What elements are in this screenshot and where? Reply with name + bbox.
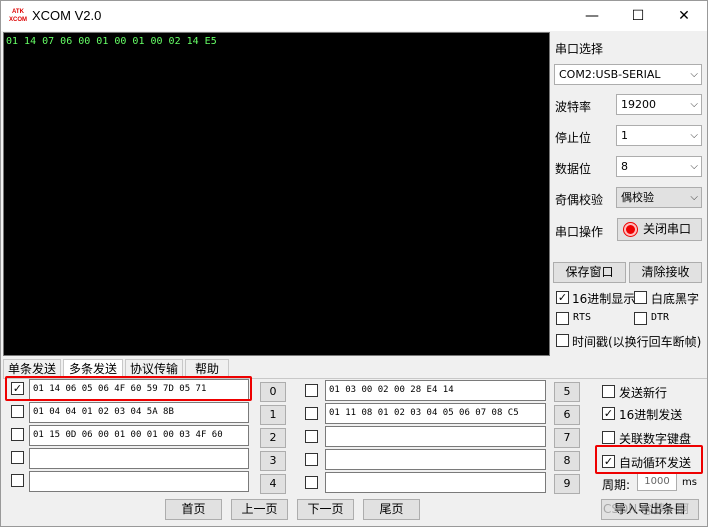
send-row-2-checkbox[interactable] [11, 428, 24, 441]
hex-display-label: 16进制显示 [572, 292, 636, 306]
send-row-3-input[interactable] [29, 448, 249, 469]
send-row-1-input[interactable]: 01 04 04 01 02 03 04 5A 8B [29, 402, 249, 423]
timestamp-checkbox[interactable] [556, 334, 569, 347]
send-row-8-input[interactable] [325, 449, 546, 470]
clear-receive-button[interactable]: 清除接收 [629, 262, 702, 283]
period-label: 周期: [602, 478, 631, 492]
send-row-7-checkbox[interactable] [305, 430, 318, 443]
last-page-button[interactable]: 尾页 [363, 499, 420, 520]
send-row-7-button[interactable]: 7 [554, 428, 580, 448]
port-select-value: COM2:USB-SERIAL [559, 68, 661, 81]
title-bar: ATK XCOM XCOM V2.0 — ☐ ✕ [1, 1, 707, 31]
xcom-window: ATK XCOM XCOM V2.0 — ☐ ✕ 01 14 07 06 00 … [0, 0, 708, 527]
chevron-down-icon: ⌵ [690, 130, 698, 141]
send-row-0-button[interactable]: 0 [260, 382, 286, 402]
maximize-button[interactable]: ☐ [615, 1, 661, 31]
send-row-6-input[interactable]: 01 11 08 01 02 03 04 05 06 07 08 C5 [325, 403, 546, 424]
save-window-button[interactable]: 保存窗口 [553, 262, 626, 283]
stopbit-select[interactable]: 1 ⌵ [616, 125, 702, 146]
chevron-down-icon: ⌵ [690, 161, 698, 172]
prev-page-button[interactable]: 上一页 [231, 499, 288, 520]
databit-label: 数据位 [555, 162, 592, 176]
send-row-5-button[interactable]: 5 [554, 382, 580, 402]
send-row-4-checkbox[interactable] [11, 474, 24, 487]
receive-text: 01 14 07 06 00 01 00 01 00 02 14 E5 [6, 36, 217, 47]
parity-select[interactable]: 偶校验 ⌵ [616, 187, 702, 208]
send-row-1-button[interactable]: 1 [260, 405, 286, 425]
parity-label: 奇偶校验 [555, 193, 604, 207]
period-unit: ms [682, 477, 697, 488]
maximize-icon: ☐ [631, 8, 645, 24]
white-bg-checkbox[interactable] [634, 291, 647, 304]
watermark: CSDN @萝卜啊 [602, 502, 689, 516]
dtr-label: DTR [651, 312, 670, 323]
highlight-auto-loop [595, 445, 703, 474]
baud-label: 波特率 [555, 100, 592, 114]
send-row-4-button[interactable]: 4 [260, 474, 286, 494]
white-bg-label: 白底黑字 [651, 292, 700, 306]
minimize-button[interactable]: — [569, 1, 615, 31]
send-newline-label: 发送新行 [619, 386, 668, 400]
close-port-label: 关闭串口 [643, 222, 692, 236]
send-row-2-button[interactable]: 2 [260, 428, 286, 448]
send-row-4-input[interactable] [29, 471, 249, 492]
baud-value: 19200 [621, 98, 656, 111]
minimize-icon: — [585, 8, 599, 24]
link-keypad-checkbox[interactable] [602, 431, 615, 444]
baud-select[interactable]: 19200 ⌵ [616, 94, 702, 115]
send-row-6-button[interactable]: 6 [554, 405, 580, 425]
first-page-button[interactable]: 首页 [165, 499, 222, 520]
logo-text-bottom: XCOM [9, 17, 27, 23]
hex-send-label: 16进制发送 [619, 408, 683, 422]
dtr-checkbox[interactable] [634, 312, 647, 325]
send-row-8-checkbox[interactable] [305, 453, 318, 466]
atk-logo-icon: ATK XCOM [9, 8, 27, 24]
send-row-3-checkbox[interactable] [11, 451, 24, 464]
hex-display-checkbox[interactable]: ✓ [556, 291, 569, 304]
port-op-label: 串口操作 [555, 225, 604, 239]
send-row-9-checkbox[interactable] [305, 476, 318, 489]
send-row-1-checkbox[interactable] [11, 405, 24, 418]
send-row-8-button[interactable]: 8 [554, 451, 580, 471]
send-row-7-input[interactable] [325, 426, 546, 447]
stopbit-value: 1 [621, 129, 628, 142]
chevron-down-icon: ⌵ [690, 99, 698, 110]
receive-area[interactable]: 01 14 07 06 00 01 00 01 00 02 14 E5 [3, 32, 550, 356]
stopbit-label: 停止位 [555, 131, 592, 145]
close-icon: ✕ [678, 8, 690, 24]
hex-send-checkbox[interactable]: ✓ [602, 407, 615, 420]
databit-value: 8 [621, 160, 628, 173]
parity-value: 偶校验 [621, 191, 654, 204]
logo-text-top: ATK [12, 9, 24, 15]
send-newline-checkbox[interactable] [602, 385, 615, 398]
port-select-label: 串口选择 [555, 42, 604, 56]
close-button[interactable]: ✕ [661, 1, 707, 31]
rts-checkbox[interactable] [556, 312, 569, 325]
highlight-row-0 [5, 376, 252, 401]
send-row-6-checkbox[interactable] [305, 407, 318, 420]
send-row-3-button[interactable]: 3 [260, 451, 286, 471]
send-row-5-checkbox[interactable] [305, 384, 318, 397]
timestamp-label: 时间戳(以换行回车断帧) [572, 335, 702, 349]
chevron-down-icon: ⌵ [690, 192, 698, 203]
next-page-button[interactable]: 下一页 [297, 499, 354, 520]
rts-label: RTS [573, 312, 592, 323]
databit-select[interactable]: 8 ⌵ [616, 156, 702, 177]
period-input[interactable]: 1000 [637, 473, 677, 491]
close-port-button[interactable]: 关闭串口 [617, 218, 702, 241]
port-status-icon [624, 223, 637, 236]
port-select[interactable]: COM2:USB-SERIAL ⌵ [554, 64, 702, 85]
send-row-5-input[interactable]: 01 03 00 02 00 28 E4 14 [325, 380, 546, 401]
send-row-9-input[interactable] [325, 472, 546, 493]
send-row-9-button[interactable]: 9 [554, 474, 580, 494]
chevron-down-icon: ⌵ [690, 69, 698, 80]
window-title: XCOM V2.0 [32, 8, 102, 23]
send-row-2-input[interactable]: 01 15 0D 06 00 01 00 01 00 03 4F 60 [29, 425, 249, 446]
